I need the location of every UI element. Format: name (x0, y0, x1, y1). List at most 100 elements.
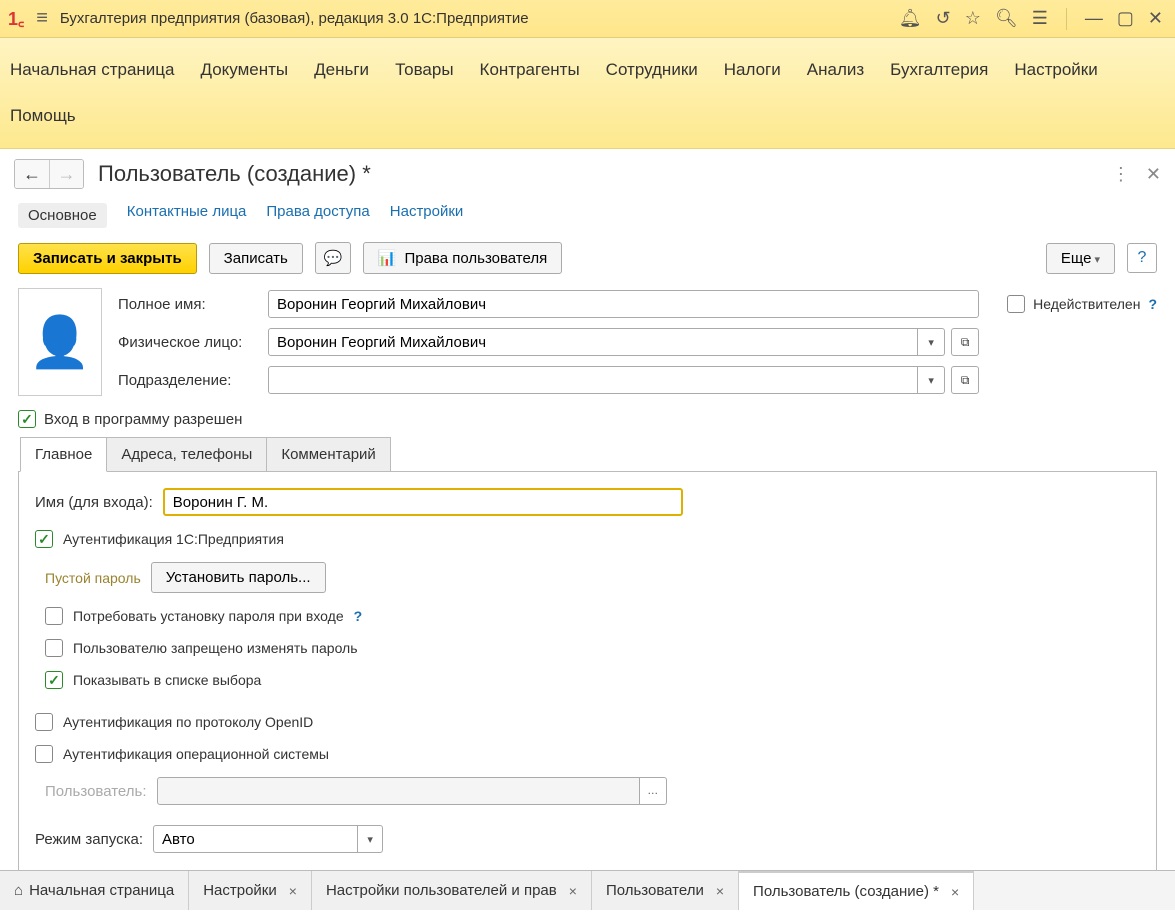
bottom-tab-label: Настройки пользователей и прав (326, 882, 557, 899)
menu-item-start[interactable]: Начальная страница (10, 60, 175, 80)
auth-1c-checkbox[interactable] (35, 530, 53, 548)
history-icon[interactable]: ↺ (936, 8, 951, 30)
require-pw-help-icon[interactable]: ? (354, 608, 363, 624)
inner-tabs: Главное Адреса, телефоны Комментарий (18, 436, 1157, 471)
bottom-tab-users[interactable]: Пользователи × (592, 871, 739, 910)
inner-tab-comment[interactable]: Комментарий (267, 437, 390, 472)
inner-tab-main[interactable]: Главное (20, 437, 107, 472)
tab-close-icon[interactable]: × (710, 883, 724, 899)
allow-login-label: Вход в программу разрешен (44, 411, 242, 428)
page-header: ← → Пользователь (создание) * ⋮ ✕ (0, 149, 1175, 189)
page-close-icon[interactable]: ✕ (1146, 164, 1161, 185)
bottom-tab-user-create[interactable]: Пользователь (создание) * × (739, 871, 974, 910)
tab-close-icon[interactable]: × (945, 884, 959, 900)
menu-icon[interactable]: ≡ (32, 7, 52, 30)
star-icon[interactable]: ☆ (965, 8, 981, 30)
dept-open-button[interactable]: ⧉ (951, 366, 979, 394)
menu-item-settings[interactable]: Настройки (1014, 60, 1097, 80)
show-in-list-label: Показывать в списке выбора (73, 672, 261, 688)
view-tab-main[interactable]: Основное (18, 203, 107, 228)
view-tab-settings[interactable]: Настройки (390, 203, 464, 228)
login-input[interactable] (163, 488, 683, 516)
tab-close-icon[interactable]: × (563, 883, 577, 899)
search-icon[interactable]: 🔍︎ (995, 8, 1018, 30)
set-password-button[interactable]: Установить пароль... (151, 562, 326, 593)
dept-label: Подразделение: (118, 372, 258, 389)
tab-close-icon[interactable]: × (283, 883, 297, 899)
inner-tab-addresses[interactable]: Адреса, телефоны (107, 437, 267, 472)
os-user-input (157, 777, 640, 805)
bar-chart-icon: 📊 (378, 249, 397, 267)
menu-item-employees[interactable]: Сотрудники (606, 60, 698, 80)
write-and-close-button[interactable]: Записать и закрыть (18, 243, 197, 274)
menu-item-taxes[interactable]: Налоги (724, 60, 781, 80)
fullname-input[interactable] (268, 290, 979, 318)
menu-item-money[interactable]: Деньги (314, 60, 369, 80)
show-in-list-checkbox[interactable] (45, 671, 63, 689)
more-button[interactable]: Еще (1046, 243, 1115, 274)
view-tab-rights[interactable]: Права доступа (266, 203, 369, 228)
user-rights-button[interactable]: 📊 Права пользователя (363, 242, 562, 274)
auth-os-label: Аутентификация операционной системы (63, 746, 329, 762)
bottom-tab-user-settings[interactable]: Настройки пользователей и прав × (312, 871, 592, 910)
person-open-button[interactable]: ⧉ (951, 328, 979, 356)
page-menu-icon[interactable]: ⋮ (1112, 164, 1130, 185)
invalid-help-icon[interactable]: ? (1148, 296, 1157, 312)
require-pw-change-label: Потребовать установку пароля при входе (73, 608, 344, 624)
nav-forward-button[interactable]: → (49, 160, 83, 188)
filter-icon[interactable]: ☰ (1032, 8, 1048, 30)
bottom-tab-label: Настройки (203, 882, 277, 899)
dept-dropdown-button[interactable]: ▾ (918, 366, 945, 394)
auth-openid-label: Аутентификация по протоколу OpenID (63, 714, 313, 730)
empty-password-label: Пустой пароль (45, 570, 141, 586)
maximize-icon[interactable]: ▢ (1117, 8, 1134, 30)
photo-placeholder[interactable]: 👤 (18, 288, 102, 396)
invalid-label: Недействителен (1033, 296, 1140, 312)
dept-input[interactable] (268, 366, 918, 394)
forbid-pw-change-checkbox[interactable] (45, 639, 63, 657)
forbid-pw-change-label: Пользователю запрещено изменять пароль (73, 640, 358, 656)
bottom-tab-label: Начальная страница (29, 882, 174, 899)
write-button[interactable]: Записать (209, 243, 303, 274)
inner-panel-main: Имя (для входа): Аутентификация 1С:Предп… (18, 471, 1157, 884)
main-menu: Начальная страница Документы Деньги Това… (0, 38, 1175, 149)
auth-openid-checkbox[interactable] (35, 713, 53, 731)
window-title: Бухгалтерия предприятия (базовая), редак… (60, 10, 529, 27)
menu-item-contragents[interactable]: Контрагенты (480, 60, 580, 80)
bottom-tab-settings[interactable]: Настройки × (189, 871, 312, 910)
person-dropdown-button[interactable]: ▾ (918, 328, 945, 356)
auth-1c-label: Аутентификация 1С:Предприятия (63, 531, 284, 547)
fullname-label: Полное имя: (118, 296, 258, 313)
bell-icon[interactable]: 🔔︎ (899, 8, 922, 30)
view-tab-contacts[interactable]: Контактные лица (127, 203, 247, 228)
close-icon[interactable]: ✕ (1148, 8, 1163, 30)
invalid-checkbox[interactable] (1007, 295, 1025, 313)
login-label: Имя (для входа): (35, 494, 153, 511)
view-tabs: Основное Контактные лица Права доступа Н… (0, 189, 1175, 238)
auth-os-checkbox[interactable] (35, 745, 53, 763)
bottom-tab-label: Пользователи (606, 882, 704, 899)
user-rights-label: Права пользователя (404, 250, 547, 267)
allow-login-checkbox[interactable] (18, 410, 36, 428)
menu-item-analysis[interactable]: Анализ (807, 60, 864, 80)
bottom-tab-label: Пользователь (создание) * (753, 883, 939, 900)
os-user-browse-button[interactable]: … (640, 777, 667, 805)
bottom-tab-home[interactable]: ⌂ Начальная страница (0, 871, 189, 910)
launch-mode-input[interactable] (153, 825, 358, 853)
menu-item-accounting[interactable]: Бухгалтерия (890, 60, 988, 80)
chat-button[interactable]: 💬 (315, 242, 351, 274)
os-user-label: Пользователь: (45, 783, 147, 800)
nav-back-button[interactable]: ← (15, 160, 49, 188)
app-logo: 1꜀ (8, 7, 24, 31)
menu-item-help[interactable]: Помощь (10, 106, 76, 126)
person-label: Физическое лицо: (118, 334, 258, 351)
launch-mode-dropdown-button[interactable]: ▾ (358, 825, 383, 853)
person-input[interactable] (268, 328, 918, 356)
minimize-icon[interactable]: — (1085, 8, 1103, 30)
require-pw-change-checkbox[interactable] (45, 607, 63, 625)
titlebar: 1꜀ ≡ Бухгалтерия предприятия (базовая), … (0, 0, 1175, 38)
help-button[interactable]: ? (1127, 243, 1157, 273)
menu-item-goods[interactable]: Товары (395, 60, 453, 80)
launch-mode-label: Режим запуска: (35, 831, 143, 848)
menu-item-documents[interactable]: Документы (201, 60, 289, 80)
